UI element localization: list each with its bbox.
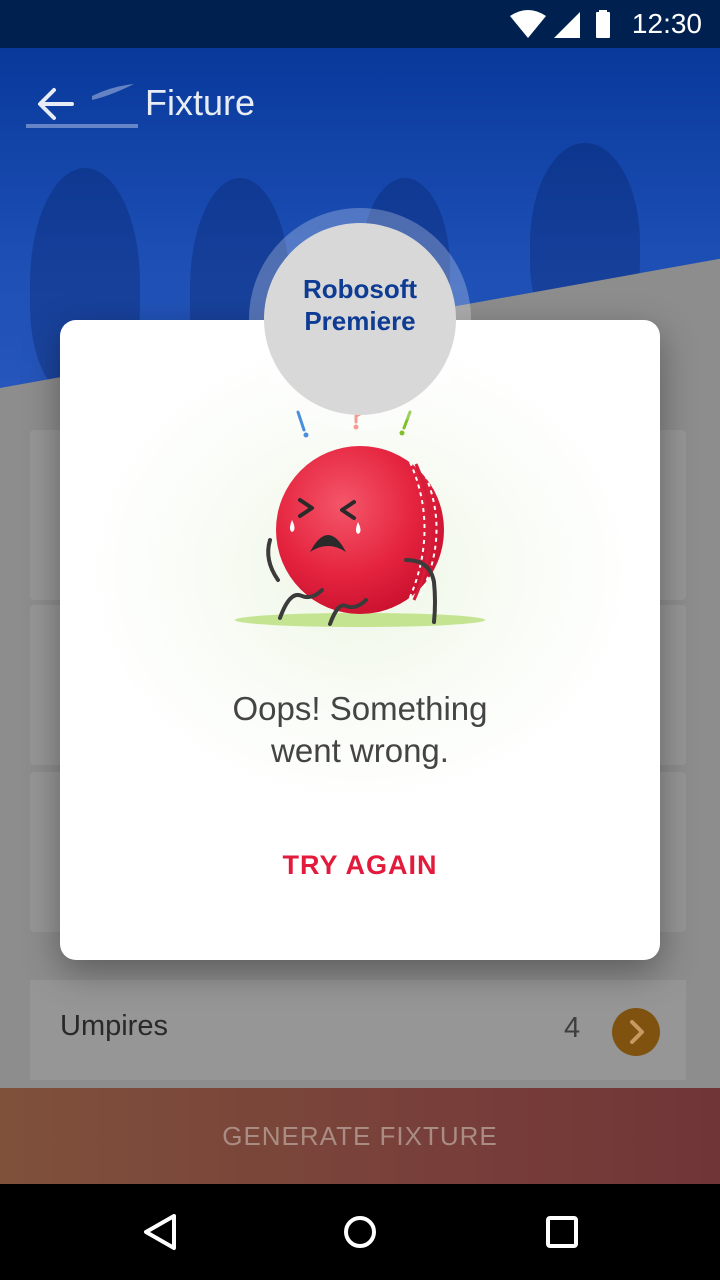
error-message: Oops! Something went wrong. — [60, 688, 660, 772]
page-title: Fixture — [145, 82, 256, 123]
wifi-icon — [510, 10, 546, 38]
error-message-line: went wrong. — [271, 732, 449, 769]
status-bar: 12:30 — [0, 0, 720, 48]
status-icons — [510, 10, 610, 38]
try-again-button[interactable]: TRY AGAIN — [260, 835, 460, 895]
status-time: 12:30 — [631, 8, 702, 39]
error-message-line: Oops! Something — [232, 690, 488, 727]
square-recents-icon[interactable] — [538, 1208, 586, 1256]
league-name: Robosoft Premiere — [302, 274, 418, 336]
league-badge: Robosoft Premiere — [249, 208, 471, 430]
circle-home-icon[interactable] — [336, 1208, 384, 1256]
signal-icon — [554, 12, 580, 38]
battery-icon — [596, 10, 610, 38]
back-arrow-icon[interactable] — [36, 84, 76, 124]
triangle-back-icon[interactable] — [136, 1208, 184, 1256]
system-nav-bar — [0, 1184, 720, 1280]
